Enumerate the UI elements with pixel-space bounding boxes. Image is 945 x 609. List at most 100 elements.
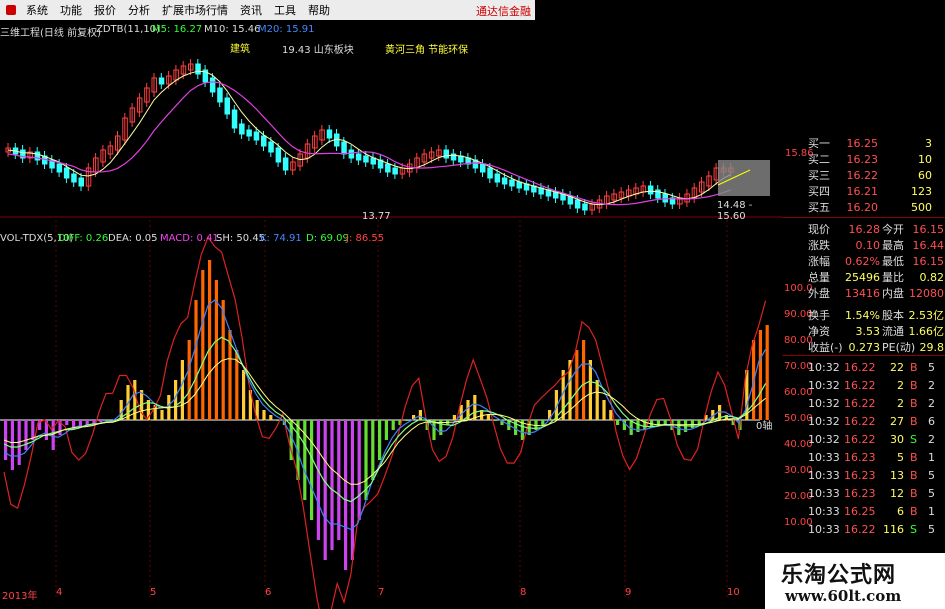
histogram-bar: [31, 420, 35, 440]
menu-item-system[interactable]: 系统: [20, 2, 54, 18]
candle: [195, 63, 201, 75]
chart-area[interactable]: 三维工程(日线 前复权) ZDTB(11,10) M5: 16.27 M10: …: [0, 20, 814, 609]
tick-count: 1: [928, 504, 935, 518]
tick-side: B: [910, 414, 918, 428]
candle: [363, 155, 369, 163]
macd-label: MACD: 0.41: [160, 233, 219, 244]
candle: [501, 177, 508, 185]
quote-key: 总量: [808, 271, 830, 284]
bid-volume: 500: [911, 200, 932, 214]
watermark-url: www.60lt.com: [785, 587, 902, 605]
quote-row: 外盘 13416 内盘 12080: [782, 285, 945, 301]
menu-item-tools[interactable]: 工具: [268, 2, 302, 18]
tick-side: B: [910, 378, 918, 392]
app-icon: [6, 5, 16, 15]
indicator-panel: [0, 220, 769, 609]
quote-row: 净资 3.53 流通 1.66亿: [782, 323, 945, 339]
histogram-bar: [384, 420, 388, 440]
menu-item-info[interactable]: 资讯: [234, 2, 268, 18]
histogram-bar: [616, 420, 620, 425]
date-label: 10: [727, 587, 740, 598]
tick-count: 2: [928, 378, 935, 392]
tick-count: 5: [928, 468, 935, 482]
quote-value: 13416: [845, 286, 880, 300]
panel-divider: [782, 217, 945, 218]
tick-time: 10:33: [808, 450, 840, 464]
tick-side: B: [910, 468, 918, 482]
histogram-bar: [690, 420, 694, 428]
menu-item-quote[interactable]: 报价: [88, 2, 122, 18]
tick-count: 2: [928, 396, 935, 410]
tick-time: 10:32: [808, 378, 840, 392]
menu-item-analysis[interactable]: 分析: [122, 2, 156, 18]
order-book-row: 买五 16.20 500: [782, 199, 945, 215]
tick-time: 10:32: [808, 360, 840, 374]
order-book-row: 买四 16.21 123: [782, 183, 945, 199]
candle: [63, 167, 70, 179]
quote-row: 收益(-) 0.273 PE(动) 29.8: [782, 339, 945, 355]
order-book-row: 买一 16.25 3: [782, 135, 945, 151]
menu-item-extended-market[interactable]: 扩展市场行情: [156, 2, 234, 18]
histogram-bar: [473, 395, 477, 420]
candle: [487, 167, 493, 179]
quote-value: 0.10: [855, 238, 881, 252]
histogram-bar: [378, 420, 382, 460]
k-line: [3, 299, 767, 530]
histogram-bar: [330, 420, 334, 550]
d-label: D: 69.09: [306, 233, 349, 244]
site-watermark: 乐淘公式网 www.60lt.com: [765, 553, 945, 609]
candle: [480, 163, 486, 173]
quote-row: 总量 25496 量比 0.82: [782, 269, 945, 285]
tick-count: 5: [928, 486, 935, 500]
histogram-bar: [160, 410, 164, 420]
histogram-bar: [337, 420, 341, 540]
quote-value: 3.53: [855, 324, 881, 338]
histogram-bar: [371, 420, 375, 480]
bid-label: 买一: [808, 137, 830, 150]
tick-count: 2: [928, 432, 935, 446]
quote-key: 涨幅: [808, 255, 830, 268]
menu-item-help[interactable]: 帮助: [302, 2, 336, 18]
candle: [71, 173, 77, 183]
histogram-bar: [609, 410, 613, 420]
histogram-bar: [65, 420, 69, 425]
date-label: 8: [520, 587, 527, 598]
tick-side: B: [910, 360, 918, 374]
quote-value: 16.15: [912, 254, 945, 268]
tick-row: 10:33 16.23 5 B 1: [782, 449, 945, 465]
watermark-title: 乐淘公式网: [781, 563, 897, 588]
quote-row: 换手 1.54% 股本 2.53亿: [782, 307, 945, 323]
histogram-bar: [180, 360, 184, 420]
candle: [253, 131, 260, 141]
date-axis: 2013年 4 5 6 7 8 9 10: [0, 584, 782, 604]
histogram-bar: [575, 350, 579, 420]
quote-row: 涨幅 0.62% 最低 16.15: [782, 253, 945, 269]
candle: [574, 199, 581, 209]
annotation-sectors: 黄河三角 节能环保: [385, 45, 469, 56]
bid-price: 16.25: [846, 136, 879, 150]
quote-value: 16.15: [912, 222, 945, 236]
order-book-row: 买三 16.22 60: [782, 167, 945, 183]
candle: [509, 179, 515, 187]
tick-price: 16.22: [844, 432, 876, 446]
bid-price: 16.23: [846, 152, 879, 166]
date-label: 4: [56, 587, 63, 598]
menu-item-function[interactable]: 功能: [54, 2, 88, 18]
candle: [494, 173, 501, 183]
candle: [56, 163, 63, 173]
date-label: 9: [625, 587, 632, 598]
tick-row: 10:32 16.22 2 B 2: [782, 395, 945, 411]
candle: [246, 129, 252, 137]
bid-price: 16.21: [846, 184, 879, 198]
quote-key: 净资: [808, 325, 830, 338]
tick-volume: 2: [897, 396, 904, 410]
tick-count: 1: [928, 450, 935, 464]
bid-price: 16.20: [846, 200, 879, 214]
ma5-line: [7, 70, 731, 206]
histogram-bar: [493, 420, 497, 421]
ma10-label: M10: 15.46: [204, 24, 261, 35]
tick-time: 10:32: [808, 432, 840, 446]
chart-canvas[interactable]: [0, 20, 782, 609]
histogram-bar: [344, 420, 348, 570]
bid-volume: 123: [911, 184, 932, 198]
